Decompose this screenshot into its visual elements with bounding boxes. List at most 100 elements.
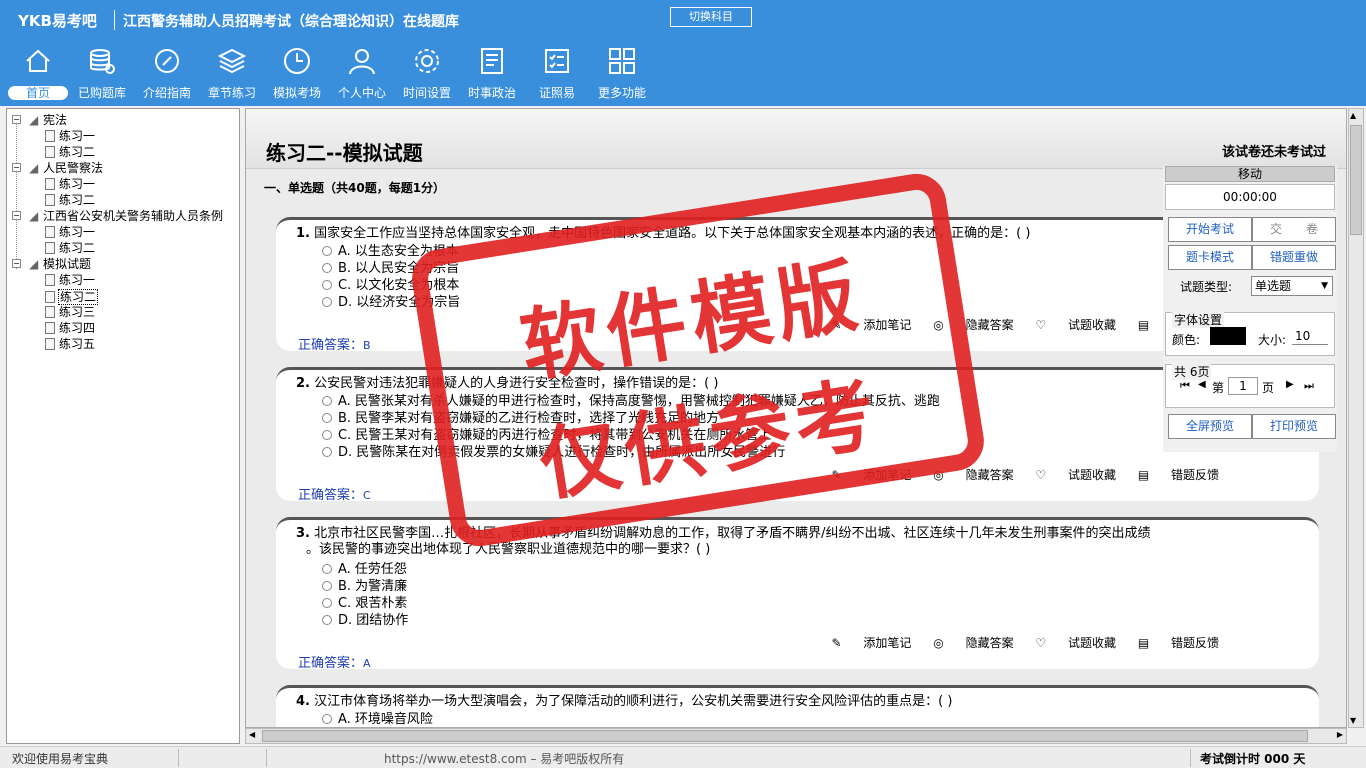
submit-button[interactable]: 交 卷 [1252,217,1336,242]
option-c[interactable]: C. 艰苦朴素 [322,596,407,612]
tree-leaf[interactable]: 练习一 [45,225,96,239]
tree-leaf[interactable]: 练习五 [45,337,96,351]
scrollbar-thumb[interactable] [262,730,1308,742]
nav-certificate[interactable]: 证照易 [525,46,589,104]
page-count: 共 6页 [1172,363,1212,380]
nav-politics[interactable]: 时事政治 [460,46,524,104]
last-page-icon[interactable]: ⏭ [1304,379,1314,393]
nav-mock[interactable]: 模拟考场 [265,46,329,104]
question-card: 4. 汉江市体育场将举办一场大型演唱会，为了保障活动的顺利进行，公安机关需要进行… [276,685,1319,727]
page-number-input[interactable]: 1 [1228,377,1258,395]
tree-leaf[interactable]: 练习二 [45,241,96,255]
card-mode-button[interactable]: 题卡模式 [1168,245,1252,270]
tree-leaf[interactable]: 练习一 [45,129,96,143]
tree-leaf[interactable]: 练习三 [45,305,96,319]
clock-icon [284,48,310,74]
nav-label: 时事政治 [467,86,516,100]
document-icon [45,274,55,286]
nav-guide[interactable]: 介绍指南 [135,46,199,104]
tree-node-constitution[interactable]: ◢ 宪法 [29,113,68,127]
nav-profile[interactable]: 个人中心 [330,46,394,104]
radio-button[interactable] [322,280,332,290]
nav-more[interactable]: 更多功能 [590,46,654,104]
nav-chapter[interactable]: 章节练习 [200,46,264,104]
option-b[interactable]: B. 为警清廉 [322,579,407,595]
fullscreen-preview-button[interactable]: 全屏预览 [1168,414,1252,439]
radio-button[interactable] [322,263,332,273]
report-error-link[interactable]: ▤ 错题反馈 [1138,636,1219,650]
radio-button[interactable] [322,297,332,307]
tree-leaf[interactable]: 练习一 [45,177,96,191]
nav-home[interactable]: 首页 [6,46,70,104]
move-handle[interactable]: 移动 [1165,166,1335,182]
scrollbar-thumb[interactable] [1350,125,1362,235]
tree-node-police-law[interactable]: ◢ 人民警察法 [29,161,104,175]
gear-icon [415,49,439,73]
report-error-link[interactable]: ▤ 错题反馈 [1138,468,1219,482]
tree-leaf[interactable]: 练习二 [45,193,96,207]
page-suffix: 页 [1262,381,1275,395]
start-exam-button[interactable]: 开始考试 [1168,217,1252,242]
welcome-text: 欢迎使用易考宝典 [12,752,109,766]
tree-leaf[interactable]: 练习一 [45,273,96,287]
font-size-input[interactable]: 10 [1292,327,1328,345]
question-type-select[interactable]: 单选题 ▼ [1251,276,1333,296]
status-divider [178,749,179,767]
option-a[interactable]: A. 任劳任怨 [322,562,407,578]
radio-button[interactable] [322,447,332,457]
print-preview-button[interactable]: 打印预览 [1252,414,1336,439]
font-color-swatch[interactable] [1210,327,1246,345]
radio-button[interactable] [322,615,332,625]
database-icon [90,49,115,74]
horizontal-scrollbar[interactable]: ◀ ▶ [245,728,1347,744]
nav-label: 首页 [8,86,68,100]
radio-button[interactable] [322,246,332,256]
tree-node-mock[interactable]: ◢ 模拟试题 [29,257,92,271]
collapse-icon[interactable]: − [12,115,21,124]
collapse-icon[interactable]: − [12,211,21,220]
radio-button[interactable] [322,396,332,406]
collapse-icon[interactable]: − [12,163,21,172]
font-settings-title: 字体设置 [1172,311,1225,328]
status-divider [266,749,267,767]
next-page-icon[interactable]: ▶ [1286,379,1294,390]
collapse-icon[interactable]: − [12,259,21,268]
radio-button[interactable] [322,598,332,608]
tree-leaf-selected[interactable]: 练习二 [45,289,99,305]
document-icon [45,130,55,142]
nav-label: 介绍指南 [142,86,191,100]
favorite-link[interactable]: ♡ 试题收藏 [1035,318,1116,332]
hide-answer-link[interactable]: ◎ 隐藏答案 [933,636,1013,650]
nav-label: 已购题库 [77,86,126,100]
nav-purchased[interactable]: 已购题库 [70,46,134,104]
favorite-link[interactable]: ♡ 试题收藏 [1035,468,1116,482]
scroll-down-icon[interactable]: ▼ [1350,716,1356,725]
radio-button[interactable] [322,430,332,440]
radio-button[interactable] [322,413,332,423]
tree-leaf[interactable]: 练习二 [45,145,96,159]
add-note-link[interactable]: ✎ 添加笔记 [832,636,912,650]
switch-subject-button[interactable]: 切换科目 [670,7,752,27]
redo-errors-button[interactable]: 错题重做 [1252,245,1336,270]
nav-time-settings[interactable]: 时间设置 [395,46,459,104]
radio-button[interactable] [322,714,332,724]
pagination-group: 共 6页 ⏮ ◀ 第 1 页 ▶ ⏭ [1165,363,1335,408]
favorite-link[interactable]: ♡ 试题收藏 [1035,636,1116,650]
option-a[interactable]: A. 环境噪音风险 [322,712,433,727]
correct-answer: 正确答案：B [298,338,371,353]
tree-node-auxiliary-regulation[interactable]: ◢ 江西省公安机关警务辅助人员条例 [29,209,224,223]
question-type-label: 试题类型: [1180,280,1233,294]
title-divider [114,10,115,30]
radio-button[interactable] [322,581,332,591]
prev-page-icon[interactable]: ◀ [1198,379,1206,390]
tree-leaf[interactable]: 练习四 [45,321,96,335]
vertical-scrollbar[interactable]: ▲ ▼ [1348,108,1364,728]
chapter-tree: − ◢ 宪法 练习一 练习二 − ◢ 人民警察法 练习一 练习二 − ◢ 江西省… [6,108,240,744]
first-page-icon[interactable]: ⏮ [1180,379,1190,393]
scroll-up-icon[interactable]: ▲ [1350,111,1356,120]
radio-button[interactable] [322,564,332,574]
question-text: 4. 汉江市体育场将举办一场大型演唱会，为了保障活动的顺利进行，公安机关需要进行… [296,694,953,709]
scroll-right-icon[interactable]: ▶ [1337,730,1343,739]
option-d[interactable]: D. 团结协作 [322,613,408,629]
scroll-left-icon[interactable]: ◀ [249,730,255,739]
